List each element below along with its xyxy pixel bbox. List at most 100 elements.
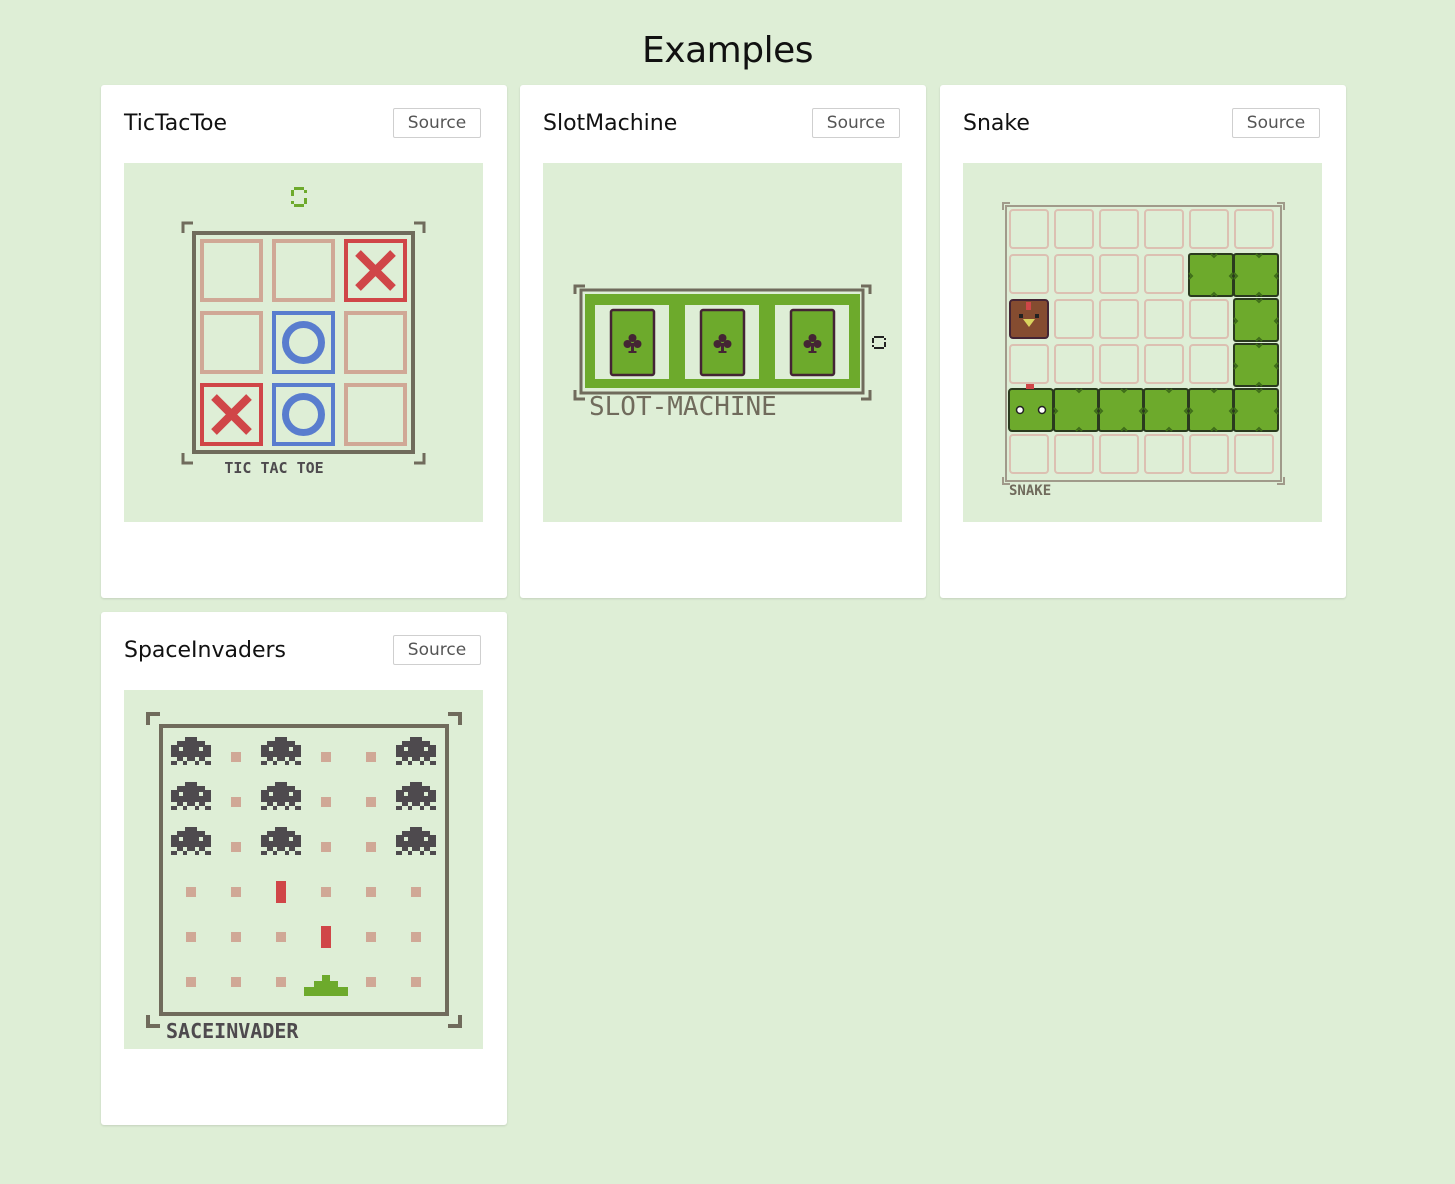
empty-cell[interactable] — [272, 239, 335, 302]
invader-icon — [171, 827, 211, 855]
refresh-icon[interactable] — [291, 187, 307, 207]
snake-body-segment — [1188, 253, 1234, 297]
source-button[interactable]: Source — [393, 108, 481, 138]
empty-cell — [231, 887, 241, 897]
empty-cell — [411, 932, 421, 942]
source-button[interactable]: Source — [1232, 108, 1320, 138]
empty-cell — [231, 752, 241, 762]
empty-cell[interactable] — [200, 239, 263, 302]
empty-cell — [366, 797, 376, 807]
x-mark-cell[interactable] — [344, 239, 407, 302]
slot-reel — [685, 305, 759, 379]
empty-cell — [1189, 209, 1229, 249]
game-label: SLOT-MACHINE — [589, 392, 777, 422]
example-title: TicTacToe — [124, 111, 228, 136]
x-mark-cell[interactable] — [200, 383, 263, 446]
invader-icon — [396, 782, 436, 810]
example-card-slotmachine: SlotMachine Source SLOT-MACHINE — [520, 85, 926, 598]
empty-cell — [1054, 254, 1094, 294]
empty-cell — [1009, 209, 1049, 249]
chicken-icon — [1009, 299, 1049, 339]
invader-icon — [261, 827, 301, 855]
empty-cell — [1189, 434, 1229, 474]
invader-icon — [396, 737, 436, 765]
empty-cell — [1144, 344, 1184, 384]
spaceinvaders-game-canvas[interactable]: SACEINVADER — [124, 690, 483, 1049]
empty-cell — [321, 797, 331, 807]
snake-game-canvas[interactable]: SNAKE — [963, 163, 1322, 522]
empty-cell — [1144, 434, 1184, 474]
empty-cell — [186, 887, 196, 897]
empty-cell[interactable] — [200, 311, 263, 374]
refresh-icon[interactable] — [872, 336, 886, 349]
empty-cell — [231, 797, 241, 807]
empty-cell — [1234, 434, 1274, 474]
game-label: SACEINVADER — [166, 1019, 299, 1043]
o-mark-cell[interactable] — [272, 383, 335, 446]
slot-reel — [595, 305, 669, 379]
empty-cell — [186, 932, 196, 942]
empty-cell — [1189, 344, 1229, 384]
snake-body-segment — [1143, 388, 1189, 432]
empty-cell — [1054, 299, 1094, 339]
empty-cell — [1009, 344, 1049, 384]
empty-cell — [1144, 254, 1184, 294]
bullet — [321, 926, 331, 948]
invader-icon — [171, 782, 211, 810]
slot-reel — [775, 305, 849, 379]
snake-body-segment — [1053, 388, 1099, 432]
example-card-snake: Snake Source SNAKE — [940, 85, 1346, 598]
empty-cell — [231, 977, 241, 987]
empty-cell[interactable] — [344, 383, 407, 446]
empty-cell — [366, 977, 376, 987]
empty-cell — [276, 977, 286, 987]
empty-cell — [276, 932, 286, 942]
empty-cell — [1099, 344, 1139, 384]
snake-body-segment — [1188, 388, 1234, 432]
cannon-icon — [304, 975, 348, 996]
invader-icon — [171, 737, 211, 765]
snake-body-segment — [1233, 253, 1279, 297]
invader-icon — [261, 737, 301, 765]
snake-head-icon — [1008, 384, 1054, 432]
example-title: SlotMachine — [543, 111, 678, 136]
empty-cell — [1099, 299, 1139, 339]
snake-body-segment — [1233, 388, 1279, 432]
snake-body-segment — [1233, 298, 1279, 342]
o-mark-cell[interactable] — [272, 311, 335, 374]
empty-cell — [1009, 254, 1049, 294]
game-label: SNAKE — [1009, 483, 1051, 499]
empty-cell — [1009, 434, 1049, 474]
invader-icon — [261, 782, 301, 810]
tictactoe-game-canvas[interactable]: TIC TAC TOE — [124, 163, 483, 522]
empty-cell — [231, 932, 241, 942]
bullet — [276, 881, 286, 903]
empty-cell — [186, 977, 196, 987]
empty-cell — [231, 842, 241, 852]
example-title: Snake — [963, 111, 1030, 136]
snake-body-segment — [1233, 343, 1279, 387]
example-card-tictactoe: TicTacToe Source TIC TAC TOE — [101, 85, 507, 598]
empty-cell — [1054, 344, 1094, 384]
empty-cell — [1144, 299, 1184, 339]
empty-cell[interactable] — [344, 311, 407, 374]
empty-cell — [1099, 434, 1139, 474]
empty-cell — [321, 887, 331, 897]
empty-cell — [1054, 209, 1094, 249]
empty-cell — [411, 977, 421, 987]
empty-cell — [366, 887, 376, 897]
empty-cell — [1234, 209, 1274, 249]
empty-cell — [1099, 209, 1139, 249]
example-title: SpaceInvaders — [124, 638, 286, 663]
empty-cell — [366, 752, 376, 762]
page-title: Examples — [642, 30, 813, 71]
example-card-spaceinvaders: SpaceInvaders Source SACEINVADER — [101, 612, 507, 1125]
source-button[interactable]: Source — [393, 635, 481, 665]
empty-cell — [1189, 299, 1229, 339]
invader-icon — [396, 827, 436, 855]
slotmachine-game-canvas[interactable]: SLOT-MACHINE — [543, 163, 902, 522]
source-button[interactable]: Source — [812, 108, 900, 138]
empty-cell — [321, 842, 331, 852]
empty-cell — [366, 842, 376, 852]
empty-cell — [411, 887, 421, 897]
